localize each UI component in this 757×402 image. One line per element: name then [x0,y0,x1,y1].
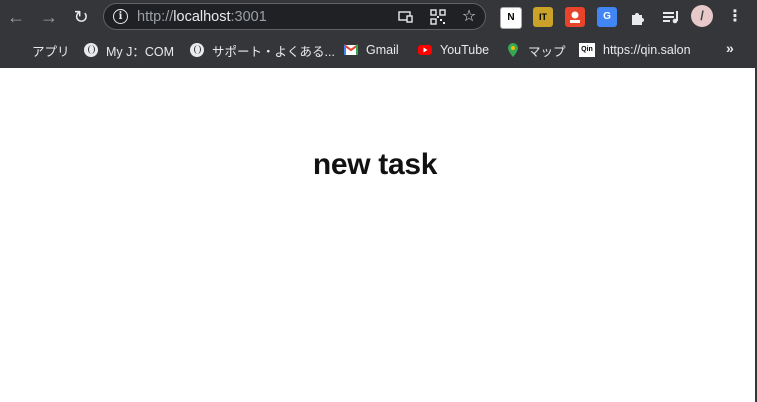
bookmark-gmail[interactable]: Gmail [343,40,399,60]
qin-icon: Qin [579,43,595,57]
red-extension-icon[interactable] [565,7,585,27]
bookmark-myjcom-label: My J：COM [106,44,175,59]
avatar-initial: / [700,8,704,23]
extensions-puzzle-icon[interactable] [628,7,648,27]
qr-code-icon[interactable] [430,9,446,25]
bookmark-qin-label: https://qin.salon [603,43,691,57]
bookmark-support[interactable]: サポート・よくある... [190,40,335,60]
bookmark-apps-label: アプリ [32,44,70,59]
profile-avatar-icon[interactable]: / [691,5,713,27]
bookmark-maps-label: マップ [528,44,566,59]
globe-icon [190,43,204,57]
url-port: :3001 [230,9,267,25]
bookmark-youtube-label: YouTube [440,43,490,57]
notion-icon[interactable]: N [500,7,522,29]
page-content: new task [0,68,757,402]
google-translate-icon[interactable]: G [597,7,617,27]
page-title: new task [312,148,438,181]
reading-list-icon[interactable] [661,7,681,27]
bookmark-star-icon[interactable]: ☆ [461,9,477,25]
cast-icon[interactable] [397,9,413,25]
more-menu-icon[interactable]: ⋮ [725,7,745,27]
browser-toolbar: ← → ↻ i http://localhost:3001 ☆ N IT G /… [0,0,757,35]
bookmarks-bar: アプリ My J：COM サポート・よくある... Gmail YouTube [0,36,757,64]
bookmark-apps[interactable]: アプリ [10,40,70,60]
url-scheme: http:// [137,9,174,25]
bookmark-youtube[interactable]: YouTube [418,40,489,60]
apps-grid-icon [10,43,24,57]
youtube-icon [418,43,432,57]
bookmark-support-label: サポート・よくある... [212,44,335,59]
maps-pin-icon [506,43,520,57]
arrow-left-icon: ← [7,7,25,27]
it-daigaku-icon[interactable]: IT [533,7,553,27]
reload-button[interactable]: ↻ [70,6,92,28]
bookmark-maps[interactable]: マップ [506,40,566,60]
bookmarks-overflow-chevron[interactable]: » [726,40,734,56]
bookmark-qin[interactable]: Qin https://qin.salon [579,40,691,60]
info-icon[interactable]: i [113,9,128,24]
browser-chrome: ← → ↻ i http://localhost:3001 ☆ N IT G /… [0,0,757,68]
gmail-icon [343,43,359,57]
url-host: localhost [173,9,231,25]
forward-button[interactable]: → [38,6,60,28]
reload-icon: ↻ [73,7,89,27]
url-text[interactable]: http://localhost:3001 [137,9,267,25]
bookmark-gmail-label: Gmail [366,43,399,57]
globe-icon [84,43,98,57]
bookmark-myjcom[interactable]: My J：COM [84,40,174,60]
arrow-right-icon: → [40,7,58,27]
back-button[interactable]: ← [5,6,27,28]
address-bar[interactable]: i http://localhost:3001 ☆ [103,3,486,30]
